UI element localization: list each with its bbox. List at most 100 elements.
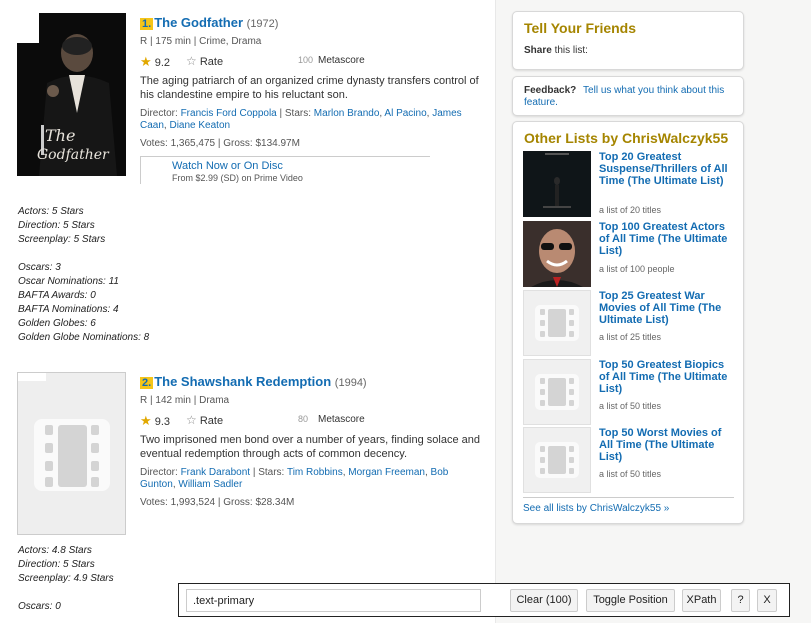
close-button[interactable]: X	[757, 589, 777, 612]
film-placeholder-icon	[535, 442, 579, 478]
svg-text:Godfather: Godfather	[37, 147, 110, 163]
movie-credits: Director: Francis Ford Coppola | Stars: …	[140, 108, 462, 131]
note-line: Golden Globe Nominations: 8	[18, 332, 150, 343]
movie-title-row: 2. The Shawshank Redemption (1994)	[140, 374, 480, 391]
rank-badge: 2.	[140, 377, 154, 389]
movie-description: The aging patriarch of an organized crim…	[140, 75, 479, 101]
tell-friends-heading: Tell Your Friends	[524, 20, 637, 36]
list-thumbnail	[523, 359, 591, 425]
other-list-title[interactable]: Top 25 Greatest War Movies of All Time (…	[599, 290, 735, 326]
watch-options: Watch Now or On Disc From $2.99 (SD) on …	[140, 156, 430, 184]
movie-title-link[interactable]: The Godfather	[154, 15, 243, 30]
movie-description: Two imprisoned men bond over a number of…	[140, 434, 480, 460]
star-outline-icon: ☆	[186, 54, 197, 68]
other-list-title[interactable]: Top 100 Greatest Actors of All Time (The…	[599, 221, 735, 257]
feedback-label: Feedback?	[524, 85, 577, 96]
note-line: Oscar Nominations: 11	[18, 276, 119, 287]
other-list-entry[interactable]: Top 50 Greatest Biopics of All Time (The…	[523, 359, 738, 427]
feedback-text: Feedback? Tell us what you think about t…	[524, 85, 729, 109]
list-notes: Actors: 4.8 Stars Direction: 5 Stars Scr…	[18, 544, 114, 614]
note-spacer	[18, 586, 114, 600]
other-list-title[interactable]: Top 50 Greatest Biopics of All Time (The…	[599, 359, 735, 395]
star-link[interactable]: William Sadler	[178, 479, 242, 490]
rating-row: ★ 9.2 ☆ Rate 100 Metascore	[140, 54, 480, 74]
votes-gross: Votes: 1,993,524 | Gross: $28.34M	[140, 497, 295, 508]
clear-button[interactable]: Clear (100)	[510, 589, 578, 612]
star-link[interactable]: Morgan Freeman	[348, 467, 425, 478]
star-outline-icon: ☆	[186, 413, 197, 427]
list-thumbnail	[523, 290, 591, 356]
other-list-entry[interactable]: Top 20 Greatest Suspense/Thrillers of Al…	[523, 151, 738, 219]
other-list-count: a list of 20 titles	[599, 205, 662, 215]
star-link[interactable]: Marlon Brando	[314, 108, 380, 119]
movie-credits: Director: Frank Darabont | Stars: Tim Ro…	[140, 467, 449, 490]
other-list-title[interactable]: Top 20 Greatest Suspense/Thrillers of Al…	[599, 151, 735, 187]
star-icon: ★	[140, 54, 152, 69]
help-button[interactable]: ?	[731, 589, 750, 612]
rate-button[interactable]: ☆ Rate	[186, 54, 223, 68]
metascore-value: 100	[298, 55, 314, 65]
note-line: Actors: 5 Stars	[18, 206, 84, 217]
other-list-count: a list of 100 people	[599, 264, 675, 274]
other-list-count: a list of 50 titles	[599, 469, 662, 479]
star-link[interactable]: Diane Keaton	[169, 120, 230, 131]
watch-price: From $2.99 (SD) on Prime Video	[172, 173, 303, 183]
note-line: Actors: 4.8 Stars	[18, 545, 92, 556]
svg-text:The: The	[45, 126, 75, 145]
movie-poster[interactable]: The Godfather	[17, 13, 126, 176]
other-list-entry[interactable]: Top 50 Worst Movies of All Time (The Ult…	[523, 427, 738, 495]
feedback-box: Feedback? Tell us what you think about t…	[512, 76, 744, 116]
divider	[523, 497, 734, 498]
other-list-count: a list of 25 titles	[599, 332, 662, 342]
star-icon: ★	[140, 413, 152, 428]
xpath-button[interactable]: XPath	[682, 589, 721, 612]
director-link[interactable]: Frank Darabont	[181, 467, 250, 478]
see-all-lists-link[interactable]: See all lists by ChrisWalczyk55 »	[523, 503, 669, 514]
movie-meta: R | 142 min | Drama	[140, 395, 230, 406]
thriller-poster-thumbnail	[523, 151, 591, 217]
note-line: BAFTA Awards: 0	[18, 290, 96, 301]
movie-year: (1994)	[334, 377, 367, 389]
note-spacer	[18, 247, 149, 261]
star-link[interactable]: Tim Robbins	[287, 467, 343, 478]
rate-button[interactable]: ☆ Rate	[186, 413, 223, 427]
imdb-rating: 9.3	[154, 416, 171, 428]
list-thumbnail	[523, 427, 591, 493]
share-text: this list:	[551, 45, 588, 56]
film-placeholder-icon	[535, 374, 579, 410]
star-link[interactable]: Al Pacino	[384, 108, 426, 119]
other-lists-box: Other Lists by ChrisWalczyk55 Top 20 Gre…	[512, 121, 744, 524]
share-label: Share	[524, 45, 552, 56]
metascore-label: Metascore	[318, 55, 365, 66]
movie-poster[interactable]	[17, 372, 126, 535]
stars-label: | Stars:	[279, 108, 312, 119]
css-selector-input[interactable]	[186, 589, 481, 612]
metascore-label: Metascore	[318, 414, 365, 425]
other-lists-heading: Other Lists by ChrisWalczyk55	[524, 130, 729, 146]
note-line: Oscars: 0	[18, 601, 61, 612]
note-line: Direction: 5 Stars	[18, 559, 95, 570]
movie-info: 1. The Godfather (1972) R | 175 min | Cri…	[140, 15, 480, 184]
movie-title-link[interactable]: The Shawshank Redemption	[154, 374, 331, 389]
watch-now-link[interactable]: Watch Now or On Disc	[172, 160, 430, 172]
note-line: Golden Globes: 6	[18, 318, 96, 329]
rank-badge: 1.	[140, 18, 154, 30]
movie-info: 2. The Shawshank Redemption (1994) R | 14…	[140, 374, 480, 508]
share-list-row[interactable]: Share this list:	[524, 45, 588, 56]
poster-corner	[17, 13, 39, 43]
stars-label: | Stars:	[252, 467, 285, 478]
director-label: Director:	[140, 108, 178, 119]
imdb-rating: 9.2	[154, 57, 171, 69]
other-list-entry[interactable]: Top 25 Greatest War Movies of All Time (…	[523, 290, 738, 358]
tell-friends-box: Tell Your Friends Share this list:	[512, 11, 744, 70]
rate-label: Rate	[199, 415, 224, 427]
other-list-title[interactable]: Top 50 Worst Movies of All Time (The Ult…	[599, 427, 735, 463]
votes-gross: Votes: 1,365,475 | Gross: $134.97M	[140, 138, 300, 149]
list-thumbnail	[523, 151, 591, 217]
toggle-position-button[interactable]: Toggle Position	[586, 589, 675, 612]
list-notes: Actors: 5 Stars Direction: 5 Stars Scree…	[18, 205, 149, 345]
selector-gadget-toolbar: Clear (100) Toggle Position XPath ? X	[178, 583, 790, 617]
director-link[interactable]: Francis Ford Coppola	[181, 108, 277, 119]
movie-year: (1972)	[246, 18, 279, 30]
other-list-entry[interactable]: Top 100 Greatest Actors of All Time (The…	[523, 221, 738, 289]
